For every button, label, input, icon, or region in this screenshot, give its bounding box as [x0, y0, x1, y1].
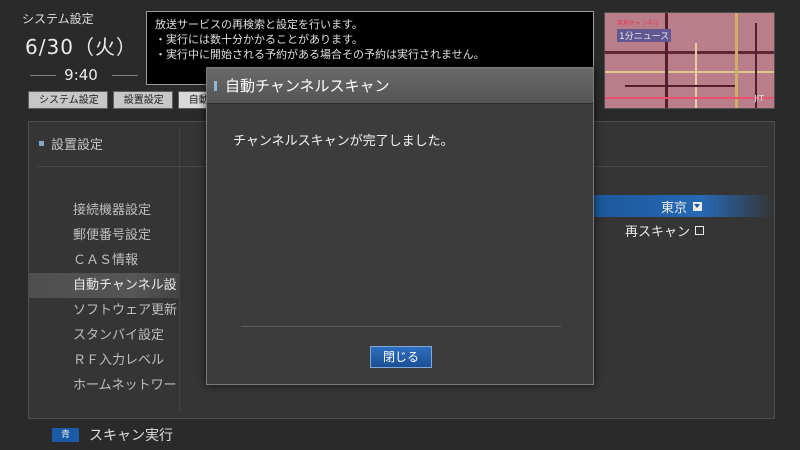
- dialog-title: 自動チャンネルスキャン: [225, 77, 390, 95]
- dialog-separator: [241, 326, 561, 327]
- dialog-title-bar: 自動チャンネルスキャン: [207, 68, 593, 104]
- close-button[interactable]: 閉じる: [370, 346, 432, 368]
- scan-complete-dialog: 自動チャンネルスキャン チャンネルスキャンが完了しました。 閉じる: [206, 67, 594, 385]
- title-marker-icon: [214, 81, 217, 91]
- dialog-message: チャンネルスキャンが完了しました。: [233, 134, 454, 149]
